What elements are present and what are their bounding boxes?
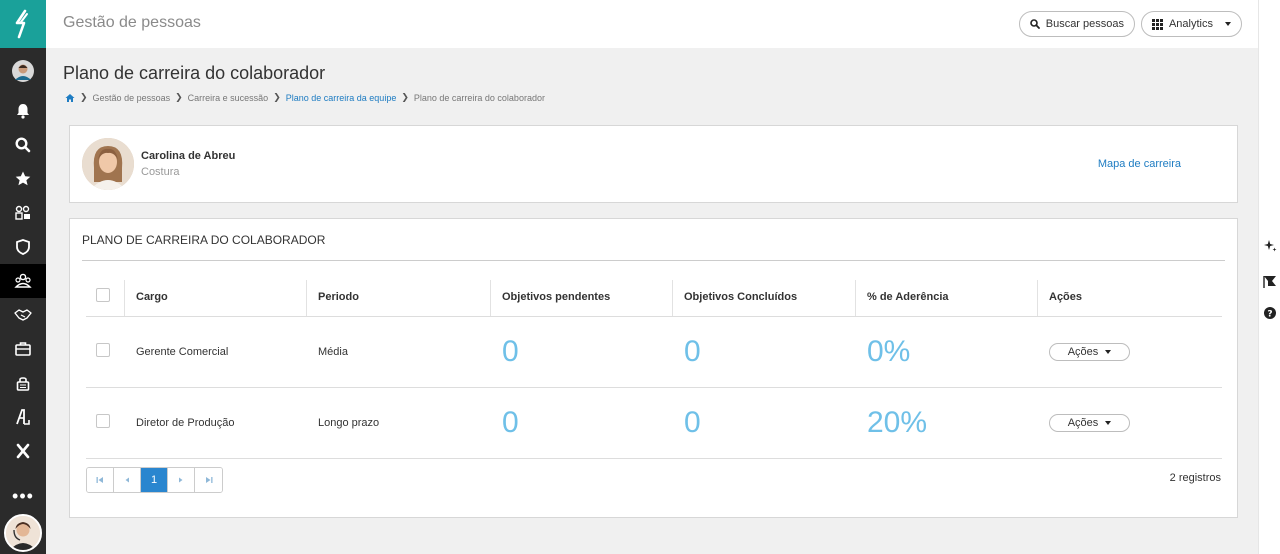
chevron-right-icon: ❯ (401, 92, 409, 102)
cell-aderencia: 0% (855, 316, 1037, 388)
select-all-checkbox[interactable] (96, 288, 110, 303)
chevron-right-icon: ❯ (80, 92, 88, 102)
app-title: Gestão de pessoas (63, 14, 201, 31)
page-number-button[interactable]: 1 (141, 468, 168, 492)
analytics-label: Analytics (1168, 18, 1213, 30)
column-header-pendentes[interactable]: Objetivos pendentes (490, 278, 672, 317)
chevron-down-icon (1105, 349, 1112, 354)
user-avatar[interactable] (0, 48, 46, 94)
breadcrumb-current: Plano de carreira do colaborador (413, 92, 545, 103)
select-all-cell (86, 278, 124, 317)
analytics-button[interactable]: Analytics (1140, 11, 1242, 37)
top-bar: Gestão de pessoas Buscar pessoas Analyti… (46, 0, 1258, 48)
right-rail: ? (1258, 0, 1280, 554)
section-title: PLANO DE CARREIRA DO COLABORADOR (82, 233, 326, 247)
table-row: Gerente Comercial Média 0 0 0% Ações (86, 316, 1222, 388)
cell-pendentes: 0 (490, 316, 672, 388)
shield-icon[interactable] (0, 230, 46, 264)
learning-icon[interactable] (0, 400, 46, 434)
svg-text:?: ? (1267, 310, 1272, 320)
table-row: Diretor de Produção Longo prazo 0 0 20% … (86, 387, 1222, 459)
close-icon[interactable] (0, 434, 46, 468)
employee-profile-card: Carolina de Abreu Costura Mapa de carrei… (69, 125, 1238, 203)
cell-periodo: Média (306, 316, 490, 388)
pagination: 1 (86, 467, 223, 493)
cell-aderencia: 20% (855, 387, 1037, 459)
chevron-down-icon (1225, 22, 1231, 26)
breadcrumb: ❯ Gestão de pessoas ❯ Carreira e sucessã… (65, 92, 545, 103)
breadcrumb-item[interactable]: Carreira e sucessão (188, 93, 269, 103)
column-header-concluidos[interactable]: Objetivos Concluídos (672, 278, 855, 317)
support-avatar[interactable] (4, 514, 42, 552)
search-people-label: Buscar pessoas (1045, 18, 1124, 30)
chevron-down-icon (1105, 420, 1112, 425)
prev-page-icon[interactable] (114, 468, 141, 492)
brand-logo-icon[interactable] (0, 0, 46, 48)
cell-cargo: Gerente Comercial (124, 316, 306, 388)
left-sidebar: ••• (0, 0, 46, 554)
breadcrumb-item-team-plan[interactable]: Plano de carreira da equipe (286, 93, 397, 103)
cell-concluidos: 0 (672, 316, 855, 388)
search-icon[interactable] (0, 128, 46, 162)
career-plan-card: PLANO DE CARREIRA DO COLABORADOR Cargo P… (69, 218, 1238, 518)
chevron-right-icon: ❯ (175, 92, 183, 102)
row-select-cell (86, 316, 124, 388)
team-tools-icon[interactable] (0, 196, 46, 230)
cell-pendentes: 0 (490, 387, 672, 459)
page-title: Plano de carreira do colaborador (63, 63, 326, 83)
divider (82, 260, 1225, 261)
records-count: 2 registros (1169, 472, 1221, 484)
actions-label: Ações (1067, 345, 1099, 358)
grid-icon (1151, 18, 1163, 30)
star-icon[interactable] (0, 162, 46, 196)
column-header-aderencia[interactable]: % de Aderência (855, 278, 1037, 317)
cell-periodo: Longo prazo (306, 387, 490, 459)
lock-icon[interactable] (0, 366, 46, 400)
bell-icon[interactable] (0, 94, 46, 128)
breadcrumb-item[interactable]: Gestão de pessoas (93, 93, 171, 103)
career-map-link[interactable]: Mapa de carreira (1098, 158, 1181, 170)
search-icon (1029, 19, 1040, 29)
cell-concluidos: 0 (672, 387, 855, 459)
employee-role: Costura (141, 166, 180, 178)
column-header-cargo[interactable]: Cargo (124, 278, 306, 317)
first-page-icon[interactable] (87, 468, 114, 492)
column-header-acoes: Ações (1037, 278, 1222, 317)
last-page-icon[interactable] (195, 468, 222, 492)
row-select-cell (86, 387, 124, 459)
sparkle-icon[interactable] (1262, 238, 1278, 254)
cell-acoes: Ações (1037, 316, 1222, 388)
briefcase-icon[interactable] (0, 332, 46, 366)
actions-label: Ações (1067, 416, 1099, 429)
more-icon[interactable]: ••• (0, 482, 46, 510)
home-icon[interactable] (65, 93, 75, 103)
row-checkbox[interactable] (96, 414, 110, 428)
employee-name: Carolina de Abreu (141, 150, 236, 162)
column-header-periodo[interactable]: Periodo (306, 278, 490, 317)
career-people-icon[interactable] (0, 264, 46, 298)
next-page-icon[interactable] (168, 468, 195, 492)
actions-dropdown-button[interactable]: Ações (1049, 413, 1130, 432)
search-people-button[interactable]: Buscar pessoas (1018, 11, 1135, 37)
table-header-row: Cargo Periodo Objetivos pendentes Objeti… (86, 278, 1222, 317)
cell-cargo: Diretor de Produção (124, 387, 306, 459)
handshake-icon[interactable] (0, 298, 46, 332)
cell-acoes: Ações (1037, 387, 1222, 459)
chevron-right-icon: ❯ (273, 92, 281, 102)
help-icon[interactable]: ? (1262, 305, 1278, 321)
actions-dropdown-button[interactable]: Ações (1049, 342, 1130, 361)
tour-icon[interactable] (1262, 273, 1278, 289)
row-checkbox[interactable] (96, 343, 110, 357)
employee-photo (82, 138, 134, 190)
career-plan-table: Cargo Periodo Objetivos pendentes Objeti… (86, 278, 1222, 459)
